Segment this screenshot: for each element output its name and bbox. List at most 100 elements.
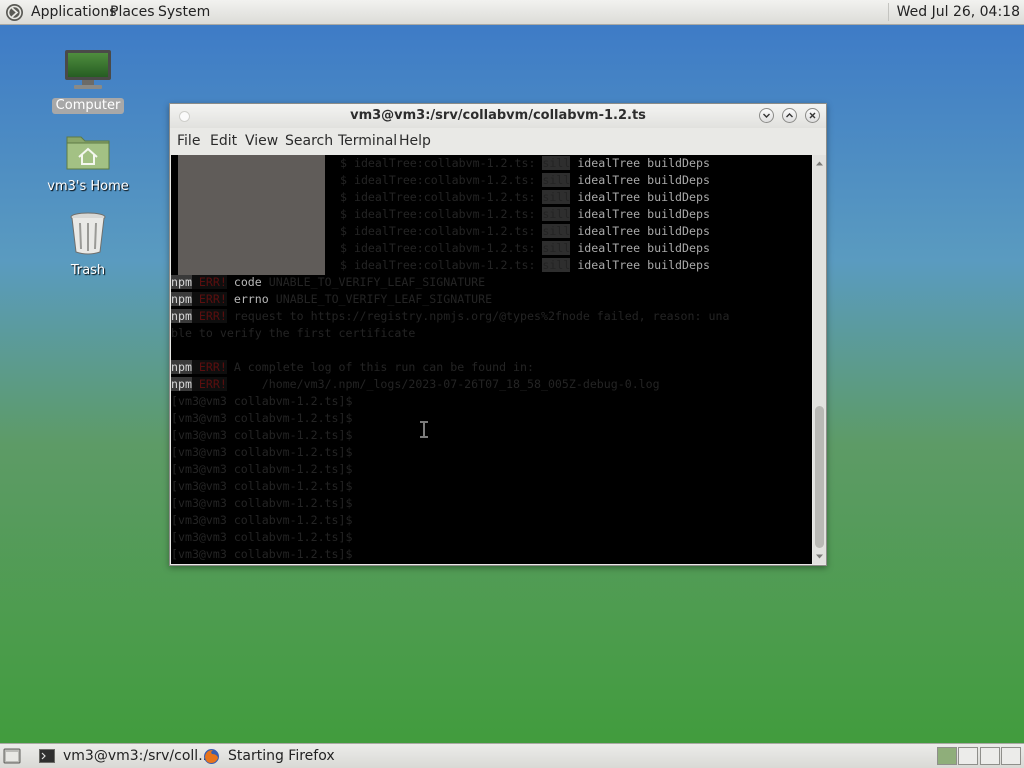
log-level-tag: sill [542,258,571,272]
terminal-text: request to https://registry.npmjs.org/@t… [226,309,730,323]
error-tag: ERR! [191,360,227,374]
workspace-3[interactable] [980,747,1000,765]
window-title: vm3@vm3:/srv/collabvm/collabvm-1.2.ts [350,108,646,123]
terminal-line-idealtree: $ idealTree:collabvm-1.2.ts: sill idealT… [340,223,710,240]
terminal-icon [39,749,55,763]
terminal-text: idealTree buildDeps [570,241,710,255]
terminal-prompt: [vm3@vm3 collabvm-1.2.ts]$ [171,444,352,461]
menu-system[interactable]: System [158,3,210,21]
terminal-line-npm-log: npm ERR! /home/vm3/.npm/_logs/2023-07-26… [171,376,660,393]
npm-tag: npm [171,309,192,323]
clock[interactable]: Wed Jul 26, 04:18 [887,3,1020,21]
taskbar-item-firefox[interactable]: Starting Firefox [202,746,402,766]
chevron-down-icon [763,113,770,118]
menu-places[interactable]: Places [110,3,155,21]
error-tag: ERR! [191,377,227,391]
desktop-icon-computer[interactable]: Computer [38,48,138,114]
window-menubar: File Edit View Search Terminal Help [170,128,826,154]
workspace-1[interactable] [937,747,957,765]
log-level-tag: sill [542,241,571,255]
shell-prompt: [vm3@vm3 collabvm-1.2.ts]$ [171,547,353,561]
terminal-text: $ idealTree:collabvm-1.2.ts: [340,207,543,221]
terminal-window[interactable]: vm3@vm3:/srv/collabvm/collabvm-1.2.ts Fi… [169,103,827,566]
log-level-tag: sill [542,156,571,170]
terminal-text: idealTree buildDeps [570,207,710,221]
log-level-tag: sill [542,173,571,187]
computer-icon [65,50,111,89]
firefox-icon [204,749,219,764]
shell-prompt: [vm3@vm3 collabvm-1.2.ts]$ [171,445,353,459]
terminal-prompt: [vm3@vm3 collabvm-1.2.ts]$ [171,478,352,495]
terminal-prompt: [vm3@vm3 collabvm-1.2.ts]$ [171,393,352,410]
error-tag: ERR! [191,292,227,306]
taskbar-item-label: Starting Firefox [228,748,335,764]
top-panel: Applications Places System Wed Jul 26, 0… [0,0,1024,25]
taskbar-item-terminal[interactable]: vm3@vm3:/srv/coll... [37,746,212,766]
menu-view[interactable]: View [245,133,278,150]
terminal-prompt: [vm3@vm3 collabvm-1.2.ts]$ [171,427,352,444]
terminal-text: A complete log of this run can be found … [226,360,534,374]
close-button[interactable] [805,108,820,123]
terminal-text: $ idealTree:collabvm-1.2.ts: [340,258,543,272]
terminal-line-npm-log: npm ERR! A complete log of this run can … [171,359,534,376]
terminal-output[interactable]: $ idealTree:collabvm-1.2.ts: sill idealT… [171,155,812,564]
terminal-text: code [226,275,262,289]
terminal-line-idealtree: $ idealTree:collabvm-1.2.ts: sill idealT… [340,172,710,189]
workspace-2[interactable] [958,747,978,765]
window-titlebar[interactable]: vm3@vm3:/srv/collabvm/collabvm-1.2.ts [170,104,826,128]
workspace-4[interactable] [1001,747,1021,765]
terminal-prompt: [vm3@vm3 collabvm-1.2.ts]$ [171,410,352,427]
npm-tag: npm [171,360,192,374]
shell-prompt: [vm3@vm3 collabvm-1.2.ts]$ [171,411,353,425]
terminal-prompt: [vm3@vm3 collabvm-1.2.ts]$ [171,512,352,529]
obscured-region [178,155,325,275]
terminal-line-npm-error: npm ERR! errno UNABLE_TO_VERIFY_LEAF_SIG… [171,291,492,308]
scroll-up-icon[interactable] [815,159,824,168]
npm-tag: npm [171,292,192,306]
terminal-scrollbar[interactable] [813,155,826,564]
desktop-icon-trash[interactable]: Trash [38,211,138,279]
terminal-line-idealtree: $ idealTree:collabvm-1.2.ts: sill idealT… [340,189,710,206]
log-level-tag: sill [542,190,571,204]
menu-help[interactable]: Help [399,133,431,150]
terminal-line-npm-error: npm ERR! code UNABLE_TO_VERIFY_LEAF_SIGN… [171,274,485,291]
terminal-text: UNABLE_TO_VERIFY_LEAF_SIGNATURE [268,292,493,306]
terminal-line-idealtree: $ idealTree:collabvm-1.2.ts: sill idealT… [340,240,710,257]
menu-terminal[interactable]: Terminal [338,133,397,150]
log-level-tag: sill [542,207,571,221]
shell-prompt: [vm3@vm3 collabvm-1.2.ts]$ [171,394,353,408]
shell-prompt: [vm3@vm3 collabvm-1.2.ts]$ [171,496,353,510]
terminal-text: $ idealTree:collabvm-1.2.ts: [340,156,543,170]
terminal-text: idealTree buildDeps [570,173,710,187]
menu-applications[interactable]: Applications [31,3,117,21]
terminal-prompt: [vm3@vm3 collabvm-1.2.ts]$ [171,461,352,478]
terminal-prompt: [vm3@vm3 collabvm-1.2.ts]$ [171,529,352,546]
terminal-text: idealTree buildDeps [570,224,710,238]
menu-search[interactable]: Search [285,133,333,150]
trash-icon [70,212,106,255]
desktop-icon-home[interactable]: vm3's Home [38,131,138,195]
taskbar-item-label: vm3@vm3:/srv/coll... [63,748,212,764]
chevron-up-icon [786,113,793,118]
show-desktop-icon[interactable] [3,748,21,764]
menu-edit[interactable]: Edit [210,133,237,150]
terminal-line-idealtree: $ idealTree:collabvm-1.2.ts: sill idealT… [340,257,710,274]
minimize-button[interactable] [759,108,774,123]
terminal-text: $ idealTree:collabvm-1.2.ts: [340,190,543,204]
terminal-text: idealTree buildDeps [570,190,710,204]
scroll-down-icon[interactable] [815,552,824,561]
desktop-icon-label: vm3's Home [47,179,129,194]
terminal-line-idealtree: $ idealTree:collabvm-1.2.ts: sill idealT… [340,155,710,172]
menu-file[interactable]: File [177,133,200,150]
terminal-text: UNABLE_TO_VERIFY_LEAF_SIGNATURE [261,275,486,289]
maximize-button[interactable] [782,108,797,123]
bottom-panel: vm3@vm3:/srv/coll... Starting Firefox [0,743,1024,768]
shell-prompt: [vm3@vm3 collabvm-1.2.ts]$ [171,530,353,544]
distro-logo-icon[interactable] [5,3,24,22]
terminal-text: /home/vm3/.npm/_logs/2023-07-26T07_18_58… [226,377,660,391]
scrollbar-thumb[interactable] [815,406,824,548]
npm-tag: npm [171,377,192,391]
close-icon [809,112,816,119]
terminal-text: $ idealTree:collabvm-1.2.ts: [340,173,543,187]
error-tag: ERR! [191,275,227,289]
